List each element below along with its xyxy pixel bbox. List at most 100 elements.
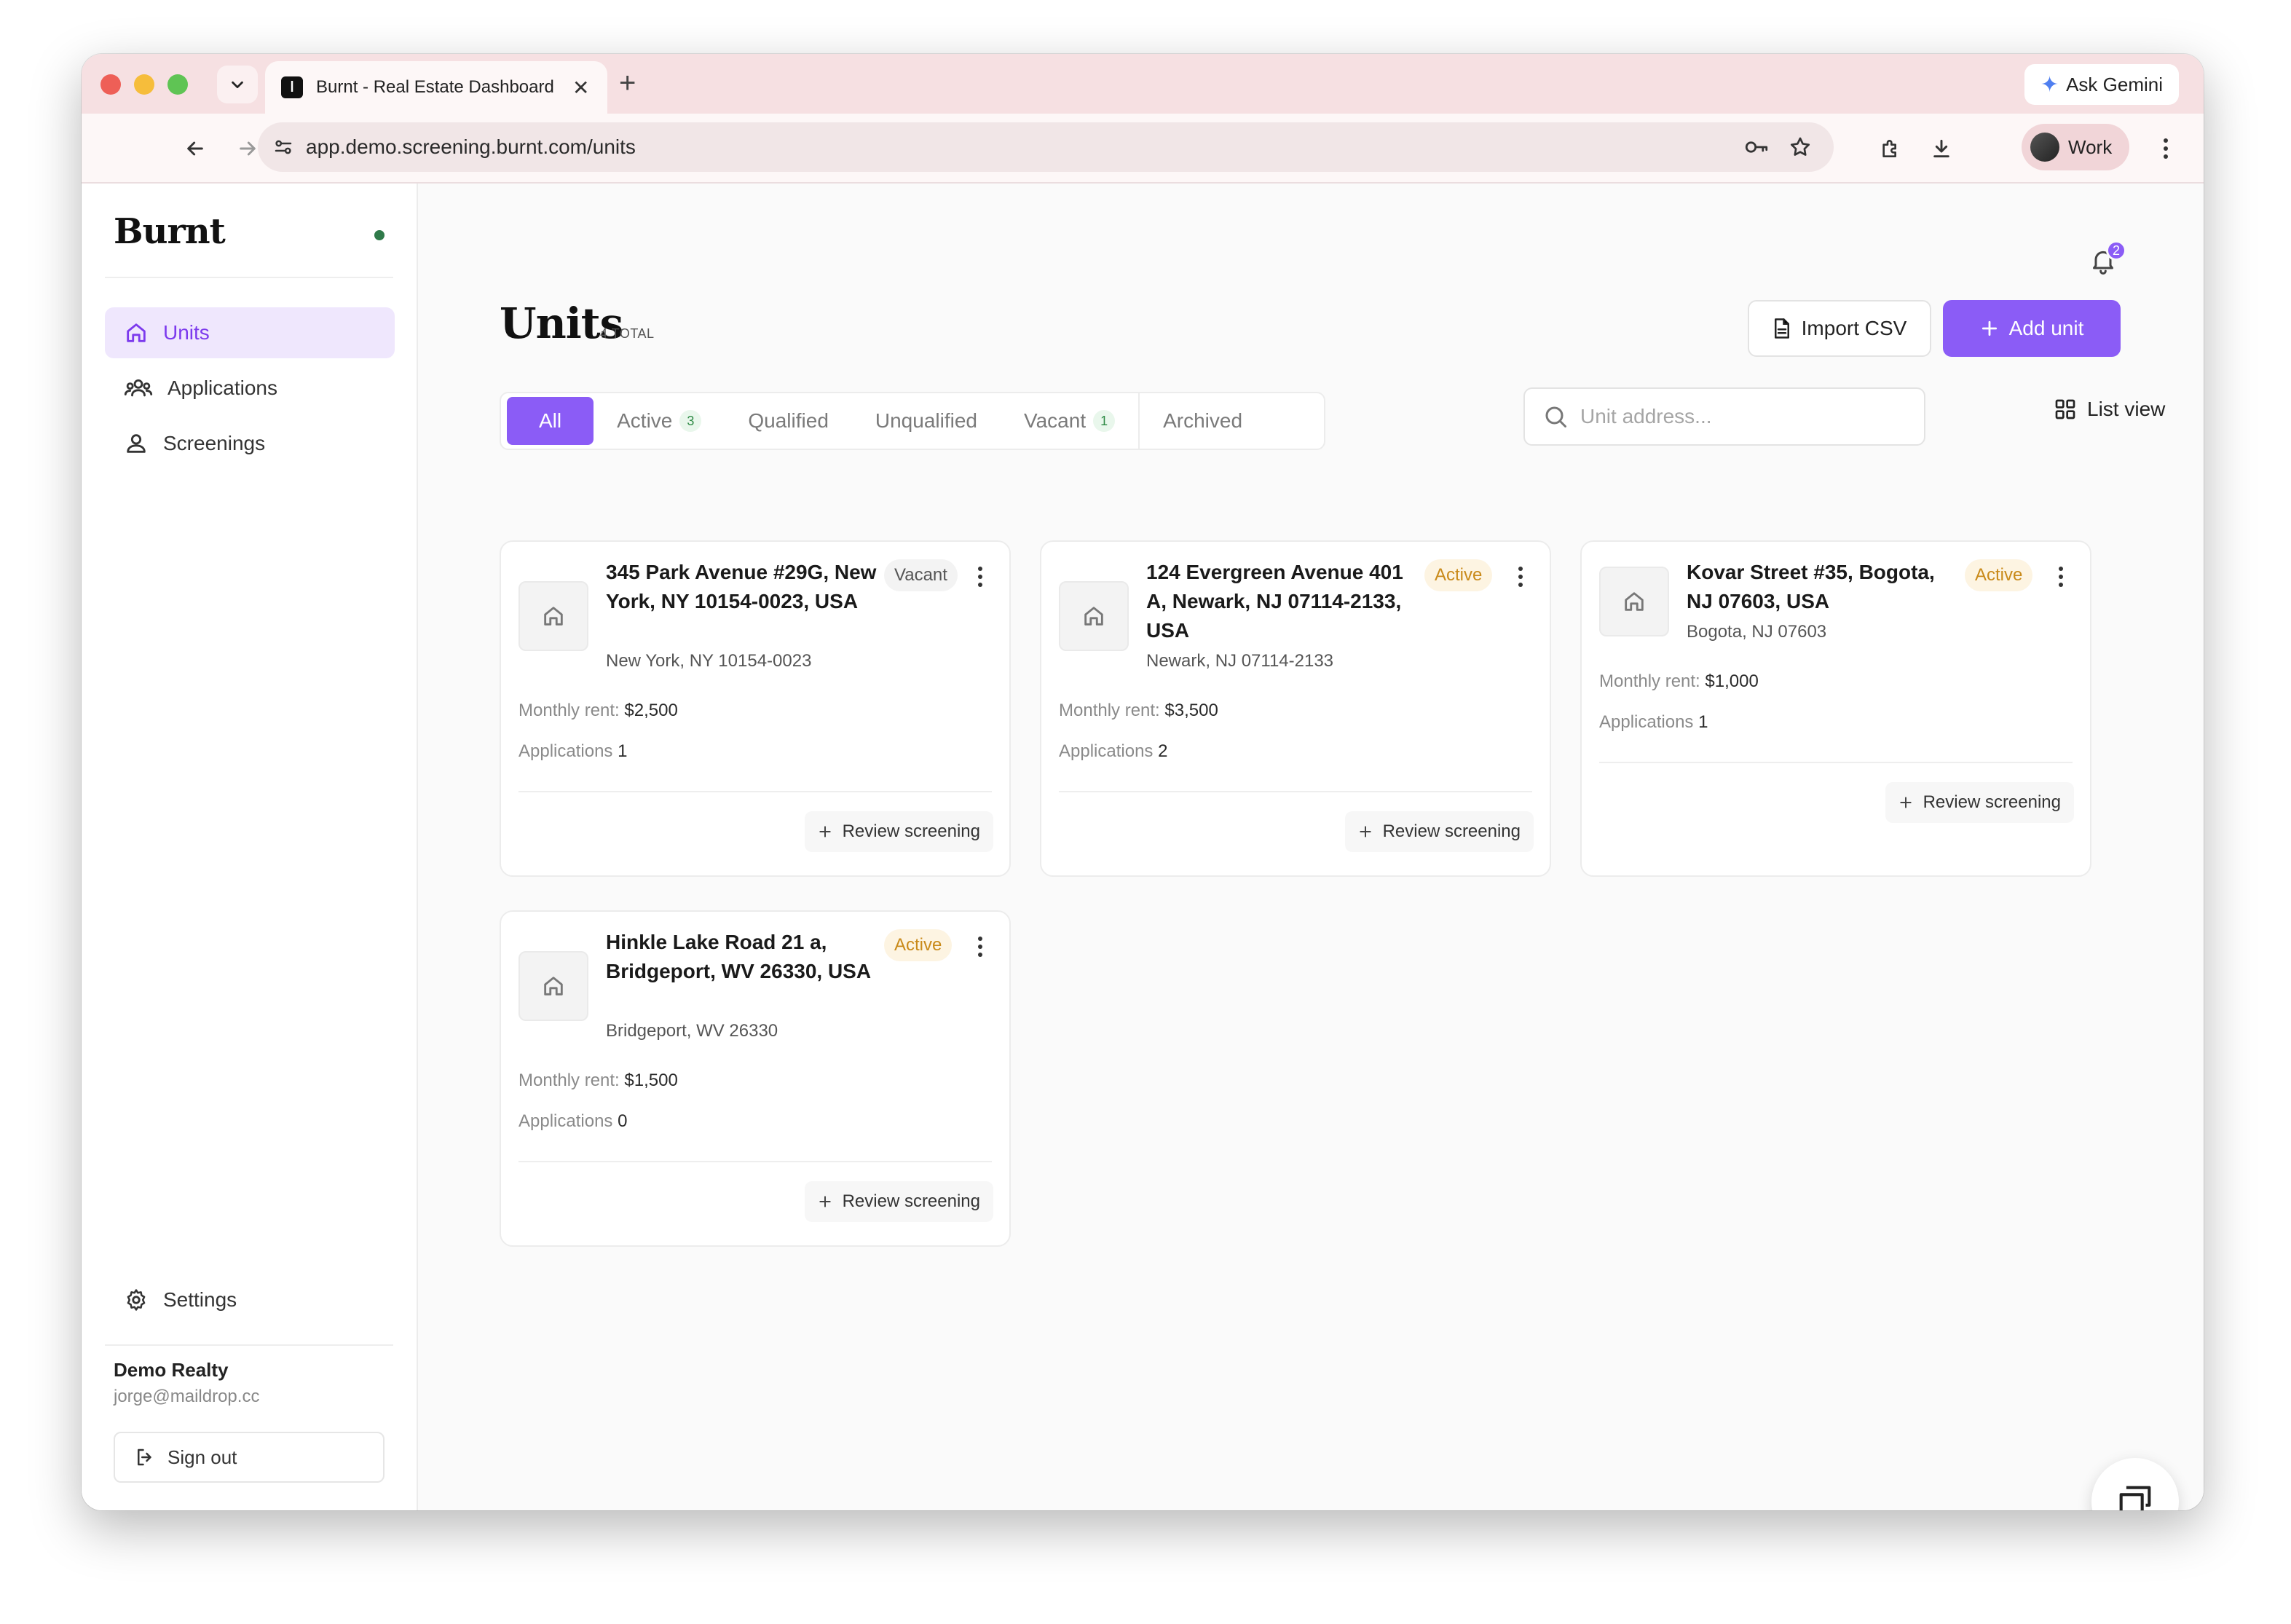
ask-gemini-button[interactable]: ✦ Ask Gemini (2024, 64, 2179, 105)
card-menu-button[interactable] (971, 562, 989, 591)
users-icon (124, 379, 153, 397)
tab-active[interactable]: Active 3 (594, 397, 725, 445)
tab-label: All (539, 409, 562, 432)
unit-address[interactable]: 345 Park Avenue #29G, New York, NY 10154… (606, 558, 878, 616)
card-menu-button[interactable] (2052, 562, 2070, 591)
import-csv-button[interactable]: Import CSV (1748, 300, 1931, 357)
maximize-window-button[interactable] (167, 74, 188, 95)
card-divider (518, 1161, 992, 1162)
sidebar-item-settings[interactable]: Settings (105, 1274, 395, 1325)
status-badge: Active (884, 929, 953, 961)
chevron-down-icon (232, 81, 243, 89)
count-badge: 3 (679, 410, 702, 432)
site-settings-icon (275, 140, 292, 154)
unit-city: New York, NY 10154-0023 (606, 651, 812, 671)
sign-out-button[interactable]: Sign out (114, 1432, 385, 1483)
search-input[interactable] (1580, 405, 1901, 428)
review-screening-button[interactable]: Review screening (804, 811, 993, 852)
sidebar-item-label: Settings (163, 1288, 237, 1311)
avatar (2030, 133, 2059, 162)
tab-all[interactable]: All (507, 397, 594, 445)
add-unit-button[interactable]: Add unit (1943, 300, 2121, 357)
document-icon (1774, 318, 1789, 339)
unit-address[interactable]: Kovar Street #35, Bogota, NJ 07603, USA (1687, 558, 1959, 616)
applications-count: Applications 2 (1059, 741, 1168, 761)
sidebar-item-applications[interactable]: Applications (105, 363, 395, 414)
unit-city: Newark, NJ 07114-2133 (1146, 651, 1334, 671)
back-button[interactable] (176, 130, 214, 167)
units-total-count: 4 TOTAL (600, 326, 655, 341)
review-screening-button[interactable]: Review screening (1885, 782, 2074, 823)
tab-search-button[interactable] (217, 66, 258, 103)
close-window-button[interactable] (100, 74, 121, 95)
list-view-toggle[interactable]: List view (2054, 398, 2165, 421)
unit-address[interactable]: 124 Evergreen Avenue 401 A, Newark, NJ 0… (1146, 558, 1419, 645)
review-screening-label: Review screening (1382, 821, 1521, 841)
plus-icon (1359, 826, 1371, 837)
unit-address[interactable]: Hinkle Lake Road 21 a, Bridgeport, WV 26… (606, 928, 878, 986)
review-screening-label: Review screening (842, 821, 980, 841)
more-vertical-icon (978, 937, 982, 957)
monthly-rent: Monthly rent: $3,500 (1059, 701, 1218, 720)
minimize-window-button[interactable] (134, 74, 154, 95)
card-menu-button[interactable] (971, 932, 989, 961)
status-badge: Active (1424, 559, 1493, 591)
bookmark-star-icon[interactable] (1789, 135, 1812, 159)
tab-label: Active (617, 409, 673, 432)
tab-archived[interactable]: Archived (1140, 397, 1266, 445)
tab-vacant[interactable]: Vacant 1 (1001, 397, 1138, 445)
app: Burnt Units Applications Screenings Sett… (82, 184, 2204, 1510)
unit-card[interactable]: 345 Park Avenue #29G, New York, NY 10154… (500, 540, 1011, 877)
tab-unqualified[interactable]: Unqualified (852, 397, 1001, 445)
home-icon (1084, 607, 1103, 626)
tab-label: Qualified (748, 409, 829, 432)
sign-out-label: Sign out (167, 1446, 237, 1468)
home-icon (544, 607, 563, 626)
gear-icon (127, 1289, 146, 1311)
download-icon[interactable] (1930, 137, 1953, 160)
monthly-rent: Monthly rent: $1,000 (1599, 671, 1759, 691)
close-tab-icon[interactable]: ✕ (572, 76, 589, 100)
sidebar-item-units[interactable]: Units (105, 307, 395, 358)
browser-window: ǀ Burnt - Real Estate Dashboard ✕ + ✦ As… (82, 54, 2204, 1510)
logout-icon (138, 1448, 151, 1466)
review-screening-button[interactable]: Review screening (1344, 811, 1534, 852)
status-dot (374, 230, 385, 240)
browser-menu-button[interactable] (2151, 131, 2180, 166)
card-menu-button[interactable] (1512, 562, 1529, 591)
extensions-puzzle-icon[interactable] (1879, 137, 1902, 160)
brand-logo[interactable]: Burnt (114, 211, 226, 252)
browser-tab[interactable]: ǀ Burnt - Real Estate Dashboard ✕ (265, 61, 607, 114)
profile-label: Work (2068, 135, 2113, 158)
more-vertical-icon (978, 567, 982, 587)
review-screening-label: Review screening (1923, 792, 2061, 812)
status-badge: Active (1965, 559, 2033, 591)
unit-card[interactable]: Hinkle Lake Road 21 a, Bridgeport, WV 26… (500, 910, 1011, 1247)
support-chat-button[interactable] (2091, 1458, 2179, 1510)
address-bar[interactable]: app.demo.screening.burnt.com/units (258, 122, 1834, 172)
password-key-icon[interactable] (1743, 136, 1770, 158)
unit-card[interactable]: Kovar Street #35, Bogota, NJ 07603, USA … (1580, 540, 2091, 877)
gemini-sparkle-icon: ✦ (2040, 72, 2059, 97)
plus-icon (1982, 320, 1997, 336)
sidebar-item-screenings[interactable]: Screenings (105, 418, 395, 469)
notification-count-badge: 2 (2106, 240, 2126, 261)
tab-label: Vacant (1024, 409, 1087, 432)
unit-search (1523, 387, 1925, 446)
tab-title: Burnt - Real Estate Dashboard (316, 77, 554, 97)
unit-card[interactable]: 124 Evergreen Avenue 401 A, Newark, NJ 0… (1040, 540, 1551, 877)
home-icon (1625, 592, 1644, 611)
profile-button[interactable]: Work (2022, 124, 2130, 170)
new-tab-button[interactable]: + (619, 67, 636, 100)
review-screening-button[interactable]: Review screening (804, 1181, 993, 1222)
burnt-favicon-icon: ǀ (281, 76, 303, 98)
list-view-label: List view (2087, 398, 2166, 420)
sidebar: Burnt Units Applications Screenings Sett… (82, 184, 418, 1510)
search-icon (1545, 406, 1566, 427)
user-icon (127, 434, 146, 453)
tab-qualified[interactable]: Qualified (725, 397, 852, 445)
monthly-rent: Monthly rent: $1,500 (518, 1071, 678, 1090)
count-badge: 1 (1093, 410, 1116, 432)
account-name: Demo Realty (114, 1359, 229, 1381)
plus-icon (1899, 797, 1912, 808)
